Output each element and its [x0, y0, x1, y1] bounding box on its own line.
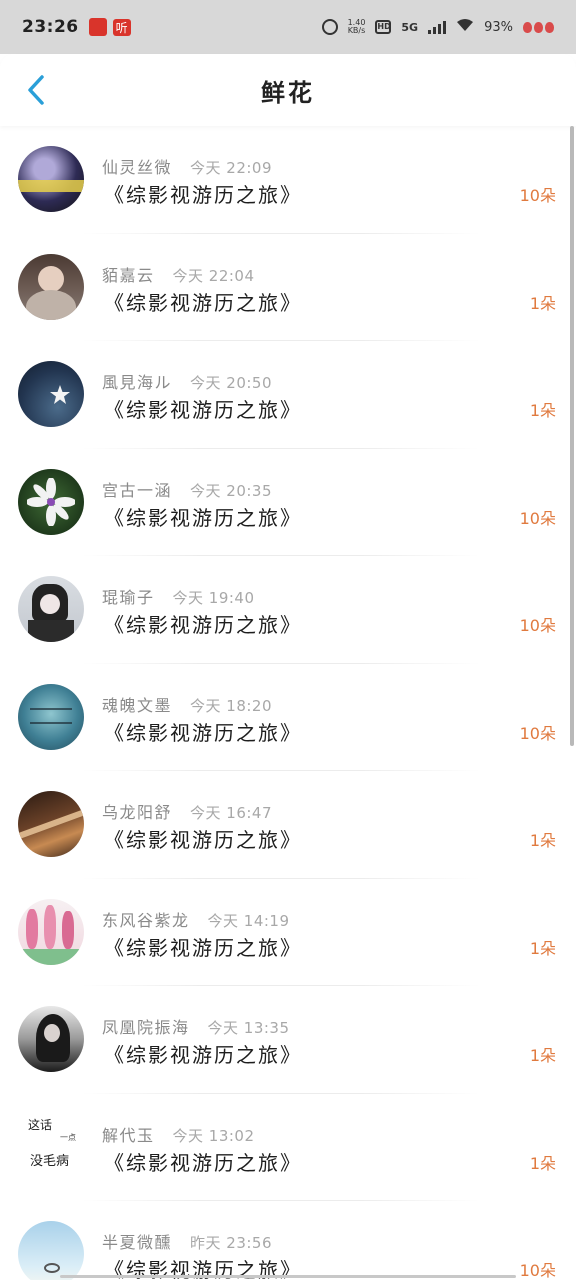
flower-count: 1朵 [529, 938, 556, 958]
hd-icon: HD [375, 20, 392, 34]
book-title: 《综影视游历之旅》 [104, 1043, 302, 1067]
user-name: 宫古一涵 [102, 480, 173, 500]
list-item[interactable]: 这话 一点 没毛病 解代玉 今天 13:02 《综影视游历之旅》 1朵 [0, 1094, 570, 1202]
wifi-icon [456, 18, 474, 36]
list-item[interactable]: 魂魄文墨 今天 18:20 《综影视游历之旅》 10朵 [0, 664, 570, 772]
avatar[interactable] [18, 791, 84, 857]
timestamp: 今天 22:04 [172, 266, 255, 285]
list-item[interactable]: 宫古一涵 今天 20:35 《综影视游历之旅》 10朵 [0, 449, 570, 557]
list-item[interactable]: 貊嘉云 今天 22:04 《综影视游历之旅》 1朵 [0, 234, 570, 342]
avatar[interactable] [18, 146, 84, 212]
flower-count: 1朵 [529, 293, 556, 313]
book-title: 《综影视游历之旅》 [104, 935, 302, 960]
flower-count: 10朵 [519, 508, 556, 528]
timestamp: 今天 13:02 [172, 1126, 255, 1145]
user-name: 东风谷紫龙 [102, 910, 190, 930]
avatar[interactable]: 这话 一点 没毛病 [18, 1113, 84, 1180]
status-time: 23:26 [22, 17, 79, 37]
header: 鲜花 [0, 54, 576, 126]
flower-count: 10朵 [519, 616, 556, 635]
battery-text: 93% [484, 19, 513, 35]
timestamp: 今天 13:35 [207, 1019, 290, 1037]
timestamp: 今天 16:47 [190, 804, 273, 822]
avatar[interactable] [18, 1221, 84, 1280]
avatar-text-line3: 没毛病 [30, 1153, 70, 1169]
flower-list[interactable]: 仙灵丝微 今天 22:09 《综影视游历之旅》 10朵 貊嘉云 今天 22:04 《… [0, 126, 570, 1280]
flower-count: 1朵 [529, 1153, 556, 1173]
book-title: 《综影视游历之旅》 [104, 720, 302, 745]
avatar-text-line1: 这话 [28, 1117, 53, 1132]
user-name: 魂魄文墨 [102, 695, 173, 715]
book-title: 《综影视游历之旅》 [104, 183, 302, 207]
star-icon [50, 385, 70, 404]
timestamp: 昨天 23:56 [190, 1234, 273, 1252]
chevron-left-icon [28, 75, 44, 105]
list-item[interactable]: 琨瑜子 今天 19:40 《综影视游历之旅》 10朵 [0, 556, 570, 664]
user-name: 風見海ル [102, 373, 173, 392]
status-indicators: 1.40 KB/s HD 5G 93% [321, 18, 554, 36]
timestamp: 今天 18:20 [190, 696, 273, 715]
net-speed: 1.40 KB/s [347, 18, 366, 35]
avatar[interactable] [18, 468, 84, 535]
list-item[interactable]: 風見海ル 今天 20:50 《综影视游历之旅》 1朵 [0, 341, 570, 449]
timestamp: 今天 22:09 [190, 159, 273, 177]
timestamp: 今天 14:19 [207, 911, 290, 930]
app-notification-icon [88, 18, 107, 36]
list-item[interactable]: 半夏微醺 昨天 23:56 《综影视游历之旅》 10朵 [0, 1201, 570, 1280]
book-title: 《综影视游历之旅》 [104, 828, 302, 852]
page-title: 鲜花 [261, 78, 315, 107]
avatar[interactable] [18, 898, 84, 965]
back-button[interactable] [14, 68, 58, 112]
flower-count: 10朵 [519, 1261, 556, 1280]
flower-count: 1朵 [529, 831, 556, 850]
list-item[interactable]: 东风谷紫龙 今天 14:19 《综影视游历之旅》 1朵 [0, 879, 570, 987]
status-bar: 23:26 听 1.40 KB/s HD 5G 93% [0, 0, 576, 54]
user-name: 乌龙阳舒 [102, 803, 173, 822]
flower-count: 10朵 [519, 723, 556, 743]
user-name: 琨瑜子 [102, 588, 155, 607]
flower-count: 1朵 [529, 1046, 556, 1065]
book-title: 《综影视游历之旅》 [104, 1150, 302, 1175]
network-label: 5G [401, 20, 419, 34]
user-name: 仙灵丝微 [102, 158, 173, 177]
alarm-icon [321, 19, 338, 35]
avatar[interactable] [18, 361, 84, 427]
flower-icon [27, 477, 75, 526]
user-name: 凤凰院振海 [102, 1018, 190, 1037]
user-name: 解代玉 [102, 1125, 155, 1145]
scrollbar[interactable] [570, 126, 574, 746]
book-title: 《综影视游历之旅》 [104, 290, 302, 315]
avatar[interactable] [18, 576, 84, 642]
battery-icon [523, 21, 554, 33]
home-indicator[interactable] [60, 1275, 516, 1278]
flower-count: 1朵 [529, 401, 556, 420]
avatar[interactable] [18, 683, 84, 750]
timestamp: 今天 20:35 [190, 481, 273, 500]
avatar-text-line2: 一点 [60, 1132, 76, 1142]
avatar[interactable] [18, 1006, 84, 1072]
list-item[interactable]: 凤凰院振海 今天 13:35 《综影视游历之旅》 1朵 [0, 986, 570, 1094]
user-name: 半夏微醺 [102, 1233, 173, 1252]
flower-count: 10朵 [519, 186, 556, 205]
app-badge: 听 [112, 18, 131, 36]
user-name: 貊嘉云 [102, 265, 155, 285]
book-title: 《综影视游历之旅》 [104, 398, 302, 422]
list-item[interactable]: 仙灵丝微 今天 22:09 《综影视游历之旅》 10朵 [0, 126, 570, 234]
avatar[interactable] [18, 253, 84, 320]
book-title: 《综影视游历之旅》 [104, 613, 302, 637]
list-item[interactable]: 乌龙阳舒 今天 16:47 《综影视游历之旅》 1朵 [0, 771, 570, 879]
timestamp: 今天 20:50 [190, 374, 273, 392]
timestamp: 今天 19:40 [172, 589, 255, 607]
signal-icon [428, 20, 447, 34]
book-title: 《综影视游历之旅》 [104, 505, 302, 530]
